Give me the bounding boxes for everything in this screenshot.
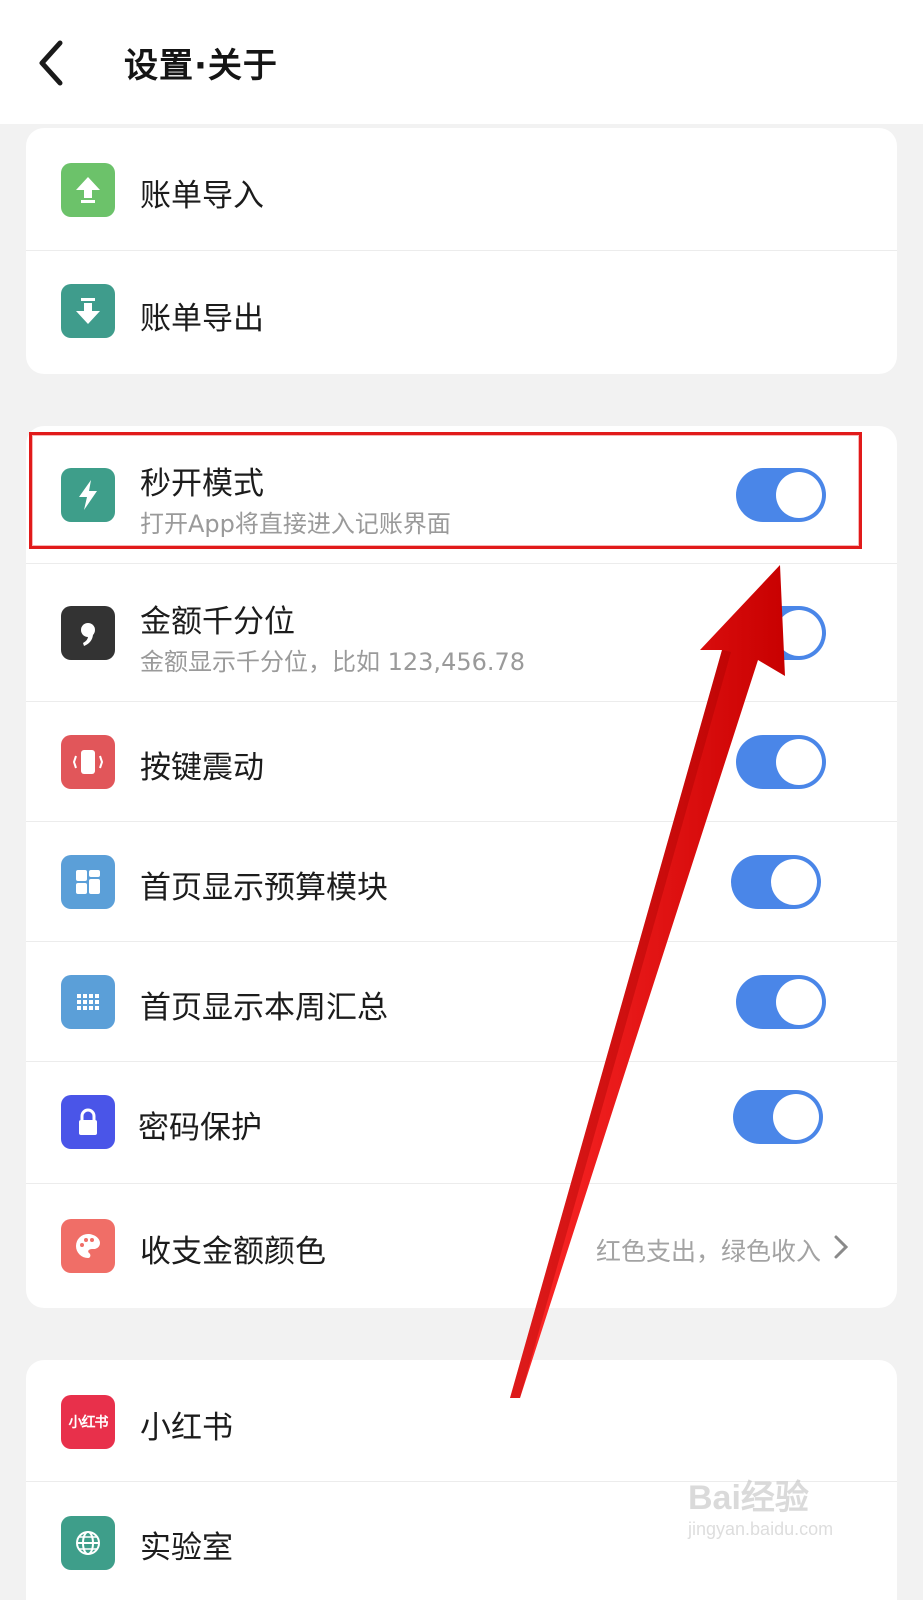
setting-key-vibration: 按键震动	[26, 702, 897, 822]
setting-label: 金额千分位	[140, 604, 295, 640]
setting-quick-open: 秒开模式 打开App将直接进入记账界面	[26, 426, 897, 564]
home-budget-toggle[interactable]	[731, 855, 821, 909]
lightning-icon	[61, 468, 115, 522]
back-button[interactable]	[26, 36, 76, 90]
chevron-left-icon	[39, 40, 63, 86]
logo-text: 小红书	[68, 1415, 109, 1431]
setting-description: 打开App将直接进入记账界面	[140, 510, 451, 538]
upload-icon	[61, 163, 115, 217]
setting-label: 秒开模式	[140, 466, 264, 502]
xiaohongshu-logo-icon: 小红书	[61, 1395, 115, 1449]
list-item-lab[interactable]: 实验室	[26, 1482, 897, 1600]
bill-card: 账单导入 账单导出	[26, 128, 897, 374]
setting-label: 收支金额颜色	[140, 1234, 326, 1270]
setting-description: 金额显示千分位，比如 123,456.78	[140, 648, 526, 676]
key-vibration-toggle[interactable]	[736, 735, 826, 789]
lock-icon	[61, 1095, 115, 1149]
comma-icon	[61, 606, 115, 660]
setting-amount-color[interactable]: 收支金额颜色 红色支出，绿色收入	[26, 1184, 897, 1308]
setting-label: 按键震动	[140, 750, 264, 786]
setting-label: 首页显示本周汇总	[140, 990, 388, 1026]
setting-password: 密码保护	[26, 1062, 897, 1184]
quick-open-toggle[interactable]	[736, 468, 826, 522]
list-item-xiaohongshu[interactable]: 小红书 小红书	[26, 1360, 897, 1482]
palette-icon	[61, 1219, 115, 1273]
password-toggle[interactable]	[733, 1090, 823, 1144]
list-item-label: 实验室	[140, 1530, 233, 1566]
setting-label: 首页显示预算模块	[140, 870, 388, 906]
setting-home-budget: 首页显示预算模块	[26, 822, 897, 942]
list-item-label: 小红书	[140, 1410, 233, 1446]
list-item-label: 账单导出	[140, 301, 264, 337]
vibrate-phone-icon	[61, 735, 115, 789]
globe-icon	[61, 1516, 115, 1570]
calendar-dots-icon	[61, 975, 115, 1029]
setting-thousands-separator: 金额千分位 金额显示千分位，比如 123,456.78	[26, 564, 897, 702]
setting-home-weekly: 首页显示本周汇总	[26, 942, 897, 1062]
links-card: 小红书 小红书 实验室	[26, 1360, 897, 1600]
setting-label: 密码保护	[138, 1110, 262, 1146]
list-item-bill-import[interactable]: 账单导入	[26, 128, 897, 251]
download-icon	[61, 284, 115, 338]
app-header: 设置·关于	[0, 0, 923, 124]
list-item-bill-export[interactable]: 账单导出	[26, 251, 897, 374]
setting-value: 红色支出，绿色收入	[595, 1237, 821, 1266]
page-title: 设置·关于	[124, 46, 278, 86]
settings-card: 秒开模式 打开App将直接进入记账界面 金额千分位 金额显示千分位，比如 123…	[26, 426, 897, 1308]
list-item-label: 账单导入	[140, 178, 264, 214]
home-weekly-toggle[interactable]	[736, 975, 826, 1029]
thousands-separator-toggle[interactable]	[736, 606, 826, 660]
chevron-right-icon	[829, 1232, 853, 1262]
grid-icon	[61, 855, 115, 909]
